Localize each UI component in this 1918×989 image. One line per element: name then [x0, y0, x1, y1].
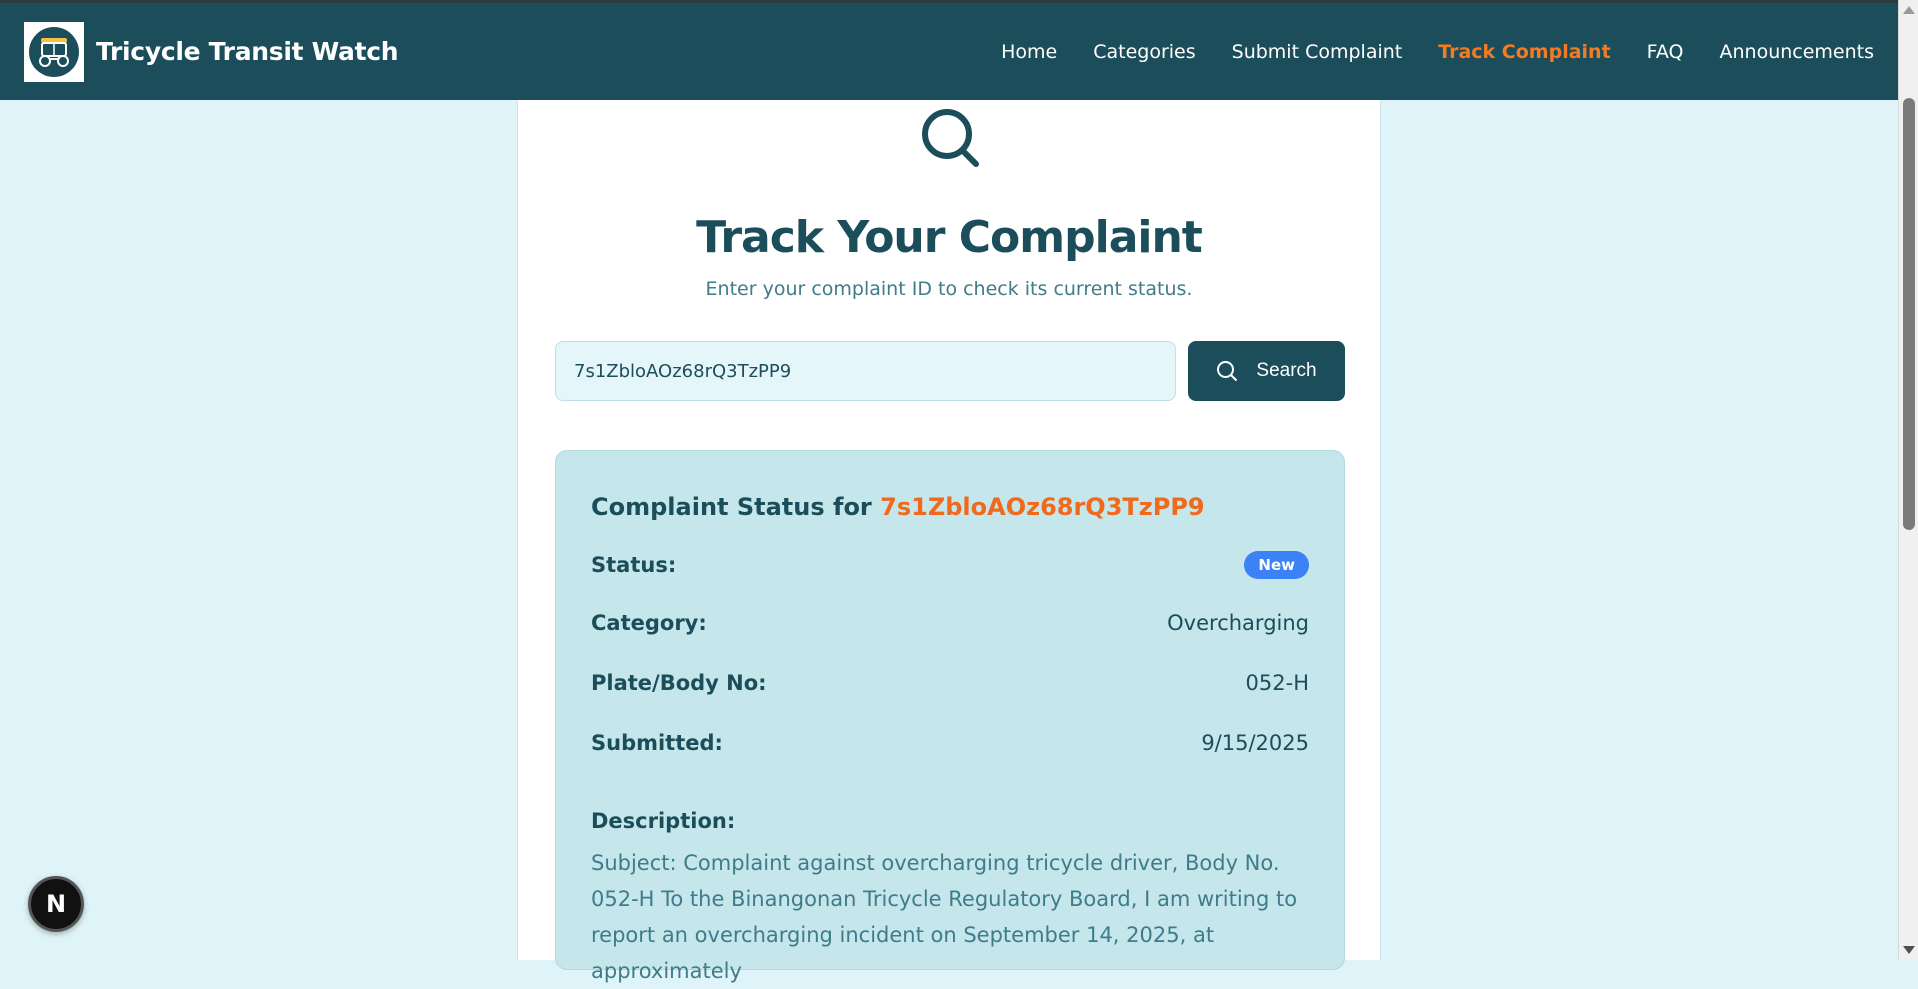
brand-title: Tricycle Transit Watch — [96, 37, 399, 66]
nav-track-complaint[interactable]: Track Complaint — [1438, 41, 1610, 63]
nav-announcements[interactable]: Announcements — [1719, 41, 1874, 63]
page-subtitle: Enter your complaint ID to check its cur… — [705, 278, 1193, 300]
page-title: Track Your Complaint — [696, 212, 1203, 263]
plate-label: Plate/Body No: — [591, 671, 767, 695]
nav-categories[interactable]: Categories — [1093, 41, 1195, 63]
scroll-up-arrow-icon[interactable] — [1903, 6, 1915, 14]
category-value: Overcharging — [1167, 611, 1309, 635]
description-text: Subject: Complaint against overcharging … — [591, 851, 1298, 983]
result-title: Complaint Status for 7s1ZbloAOz68rQ3TzPP… — [591, 493, 1205, 521]
status-label: Status: — [591, 553, 677, 577]
nav-faq[interactable]: FAQ — [1647, 41, 1684, 63]
status-badge: New — [1244, 551, 1309, 579]
nav-submit-complaint[interactable]: Submit Complaint — [1232, 41, 1403, 63]
search-button-label: Search — [1256, 360, 1317, 381]
category-label: Category: — [591, 611, 707, 635]
tricycle-logo-icon — [24, 21, 84, 82]
brand[interactable]: Tricycle Transit Watch — [24, 21, 399, 82]
result-title-prefix: Complaint Status for — [591, 493, 872, 521]
status-row: Status: New — [591, 551, 1309, 579]
result-complaint-id: 7s1ZbloAOz68rQ3TzPP9 — [880, 493, 1205, 521]
search-button[interactable]: Search — [1188, 341, 1345, 401]
main-nav: Home Categories Submit Complaint Track C… — [965, 41, 1874, 63]
scroll-down-arrow-icon[interactable] — [1903, 946, 1915, 954]
complaint-id-input[interactable] — [555, 341, 1176, 401]
nav-home[interactable]: Home — [1001, 41, 1057, 63]
page-scrollbar[interactable] — [1898, 0, 1918, 960]
scroll-thumb[interactable] — [1903, 98, 1915, 530]
description-label: Description: — [591, 809, 736, 833]
complaint-status-panel: Complaint Status for 7s1ZbloAOz68rQ3TzPP… — [555, 450, 1345, 983]
plate-row: Plate/Body No: 052-H — [591, 671, 1309, 695]
track-card: Track Your Complaint Enter your complain… — [517, 100, 1381, 983]
next-devtools-button[interactable]: N — [28, 876, 84, 932]
search-icon — [1216, 360, 1238, 382]
plate-value: 052-H — [1245, 671, 1309, 695]
submitted-label: Submitted: — [591, 731, 723, 755]
search-icon — [918, 106, 984, 172]
category-row: Category: Overcharging — [591, 611, 1309, 635]
top-navbar: Tricycle Transit Watch Home Categories S… — [0, 0, 1898, 100]
submitted-row: Submitted: 9/15/2025 — [591, 731, 1309, 755]
submitted-value: 9/15/2025 — [1201, 731, 1309, 755]
